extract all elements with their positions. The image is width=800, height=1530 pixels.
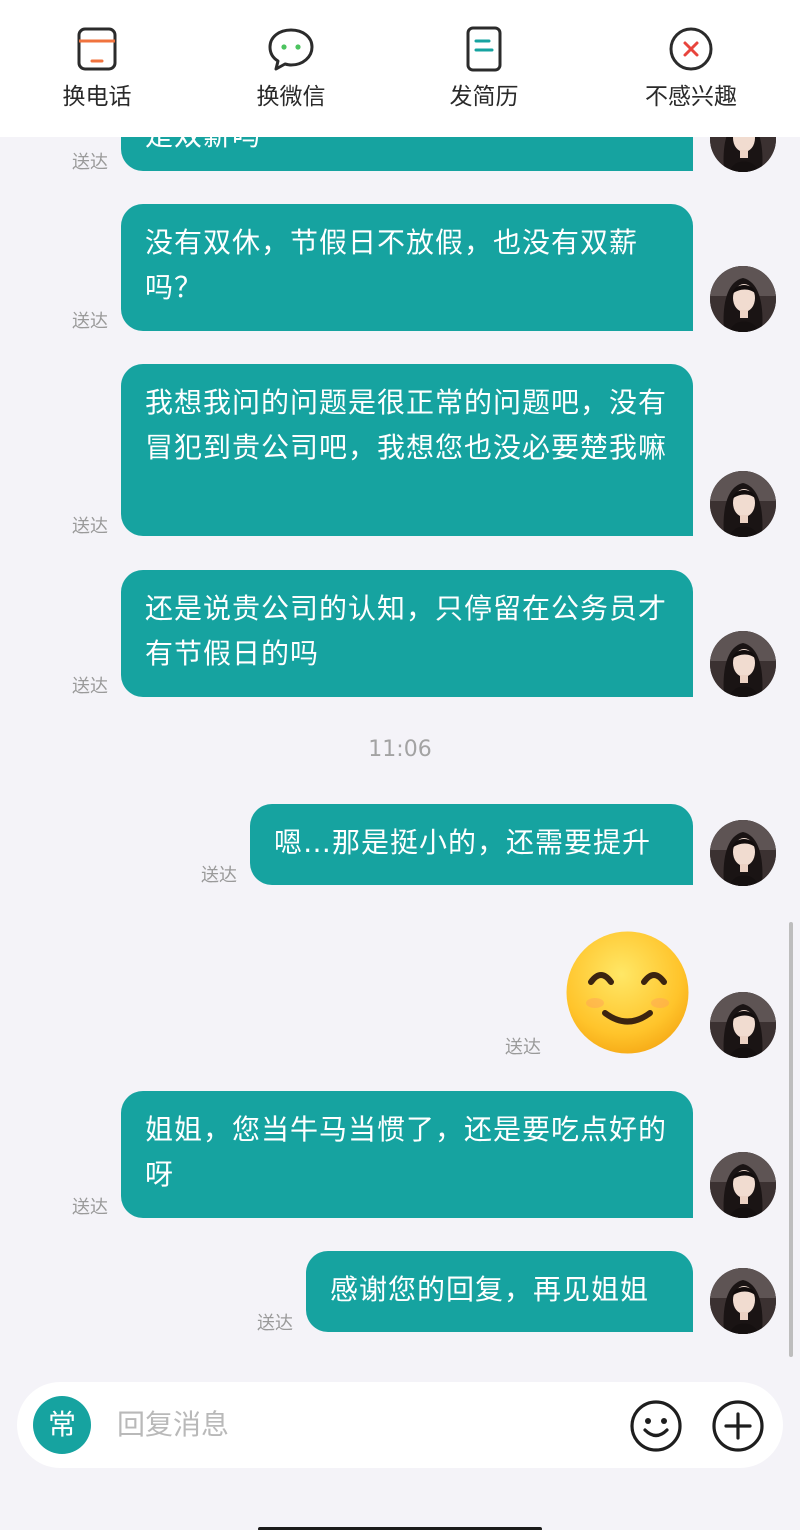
reply-input[interactable]: 回复消息 [117, 1406, 229, 1444]
avatar[interactable] [710, 1268, 776, 1334]
close-circle-icon [669, 27, 713, 71]
scrollbar[interactable] [789, 922, 793, 1357]
avatar[interactable] [710, 471, 776, 537]
message-timestamp: 11:06 [368, 737, 432, 762]
message-text: 感谢您的回复，再见姐姐 [330, 1273, 650, 1306]
delivered-status: 送达 [505, 1037, 541, 1058]
message-bubble[interactable]: 感谢您的回复，再见姐姐 [306, 1251, 693, 1332]
swap-wechat-button[interactable]: 换微信 [211, 24, 371, 112]
avatar[interactable] [710, 266, 776, 332]
message-bubble[interactable]: 我想我问的问题是很正常的问题吧，没有冒犯到贵公司吧，我想您也没必要楚我嘛 [121, 364, 693, 536]
phone-card-icon [77, 27, 117, 71]
delivered-status: 送达 [201, 865, 237, 886]
message-text: 我想我问的问题是很正常的问题吧，没有冒犯到贵公司吧，我想您也没必要楚我嘛 [145, 386, 668, 464]
smiling-face-emoji-icon[interactable] [565, 930, 690, 1055]
top-action-bar: 换电话 换微信 发简历 不感兴趣 [0, 0, 800, 137]
delivered-status: 送达 [72, 676, 108, 697]
message-text: 还是说贵公司的认知，只停留在公务员才有节假日的吗 [145, 592, 668, 670]
not-interested-label: 不感兴趣 [645, 84, 737, 110]
emoji-icon[interactable] [629, 1399, 683, 1453]
message-composer: 常 回复消息 [0, 1365, 800, 1530]
message-text: 没有双休，节假日不放假，也没有双薪吗？ [145, 226, 639, 304]
message-bubble[interactable]: 还是说贵公司的认知，只停留在公务员才有节假日的吗 [121, 570, 693, 697]
swap-phone-label: 换电话 [62, 84, 132, 110]
message-text: 姐姐，您当牛马当惯了，还是要吃点好的呀 [145, 1113, 668, 1191]
delivered-status: 送达 [257, 1313, 293, 1334]
avatar[interactable] [710, 992, 776, 1058]
plus-icon[interactable] [711, 1399, 765, 1453]
not-interested-button[interactable]: 不感兴趣 [611, 24, 771, 112]
resume-doc-icon [466, 26, 502, 72]
swap-phone-button[interactable]: 换电话 [17, 24, 177, 112]
message-bubble[interactable]: 嗯…那是挺小的，还需要提升 [250, 804, 693, 885]
message-bubble[interactable]: 是双薪吗 [121, 137, 693, 171]
delivered-status: 送达 [72, 1197, 108, 1218]
message-bubble[interactable]: 姐姐，您当牛马当惯了，还是要吃点好的呀 [121, 1091, 693, 1218]
delivered-status: 送达 [72, 311, 108, 332]
quick-phrase-button[interactable]: 常 [33, 1396, 91, 1454]
reply-input-container[interactable]: 常 回复消息 [17, 1382, 783, 1468]
avatar[interactable] [710, 631, 776, 697]
send-resume-label: 发简历 [449, 84, 519, 110]
delivered-status: 送达 [72, 152, 108, 173]
message-text: 嗯…那是挺小的，还需要提升 [274, 826, 652, 859]
message-bubble[interactable]: 没有双休，节假日不放假，也没有双薪吗？ [121, 204, 693, 331]
avatar[interactable] [710, 137, 776, 172]
wechat-bubble-icon [268, 28, 314, 71]
delivered-status: 送达 [72, 516, 108, 537]
avatar[interactable] [710, 1152, 776, 1218]
chat-message-list[interactable]: 是双薪吗 送达 没有双休，节假日不放假，也没有双薪吗？ 送达 我想我问的问题是很… [0, 137, 800, 1365]
avatar[interactable] [710, 820, 776, 886]
message-text: 是双薪吗 [145, 137, 261, 152]
swap-wechat-label: 换微信 [256, 84, 326, 110]
send-resume-button[interactable]: 发简历 [404, 24, 564, 112]
